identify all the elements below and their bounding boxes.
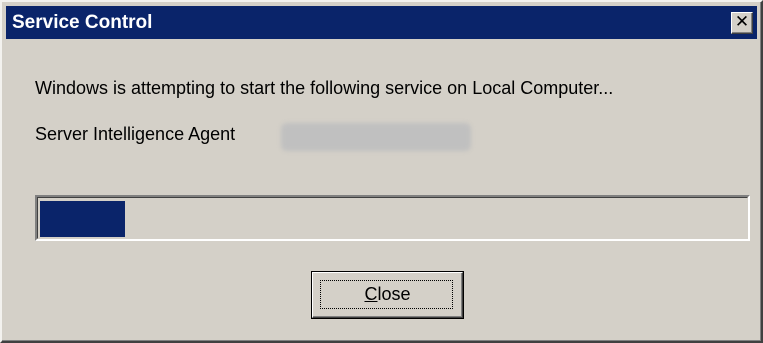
progress-track: [37, 197, 748, 239]
close-button-label: Close: [312, 283, 463, 305]
service-name-label: Server Intelligence Agent: [35, 124, 236, 144]
service-control-dialog: Service Control ✕ Windows is attempting …: [0, 0, 763, 343]
status-message: Windows is attempting to start the follo…: [35, 78, 614, 98]
progress-bar: [35, 195, 750, 241]
window-title: Service Control: [12, 12, 153, 33]
close-x-glyph: ✕: [734, 12, 750, 32]
title-bar[interactable]: Service Control ✕: [6, 6, 757, 39]
progress-fill: [40, 201, 125, 237]
close-window-icon[interactable]: ✕: [731, 12, 753, 34]
close-button-label-rest: lose: [377, 284, 411, 304]
close-button-mnemonic: C: [364, 284, 378, 304]
redacted-service-suffix: [281, 123, 471, 151]
close-button[interactable]: Close: [311, 271, 464, 319]
